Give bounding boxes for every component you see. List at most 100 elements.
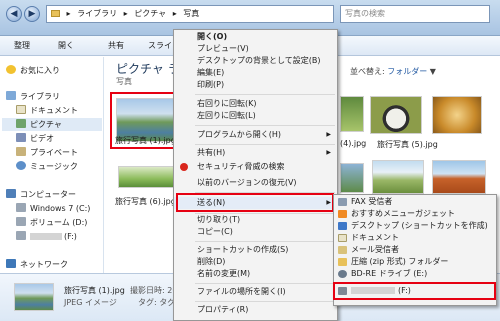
menu-item-share[interactable]: 共有(H) ▶: [174, 147, 337, 159]
gadget-icon: [338, 210, 347, 218]
computer-icon: [6, 189, 16, 198]
security-scan-icon: [180, 163, 188, 171]
library-icon: [6, 91, 16, 100]
menu-separator: [195, 283, 335, 284]
desktop-icon: [338, 222, 347, 230]
nav-drive-f[interactable]: (F:): [16, 230, 77, 243]
file-name[interactable]: 旅行写真 (5).jpg: [377, 139, 438, 150]
organize-button[interactable]: 整理: [14, 36, 30, 56]
menu-item-preview[interactable]: プレビュー(V): [174, 43, 337, 55]
star-icon: [6, 65, 16, 74]
photo-thumbnail[interactable]: [118, 166, 176, 188]
documents-icon: [338, 234, 347, 242]
highlight-box: [176, 193, 334, 212]
photo-thumbnail[interactable]: [432, 96, 482, 134]
address-bar[interactable]: ▸ ライブラリ ▸ ピクチャ ▸ 写真: [46, 5, 334, 23]
file-name[interactable]: (4).jpg: [340, 139, 366, 148]
arrange-by-value[interactable]: フォルダー: [387, 67, 427, 76]
menu-item-open-with[interactable]: プログラムから開く(H) ▶: [174, 129, 337, 141]
submenu-item-zip[interactable]: 圧縮 (zip 形式) フォルダー: [334, 256, 496, 268]
zip-folder-icon: [338, 258, 347, 266]
menu-item-delete[interactable]: 削除(D): [174, 256, 337, 268]
search-placeholder: 写真の検索: [345, 9, 385, 18]
disc-drive-icon: [338, 270, 347, 278]
arrange-by[interactable]: 並べ替え: フォルダー ▼: [350, 66, 436, 77]
photo-thumbnail[interactable]: [340, 96, 364, 132]
menu-item-open[interactable]: 開く(O): [174, 31, 337, 43]
highlight-box: [110, 92, 182, 149]
menu-item-edit[interactable]: 編集(E): [174, 67, 337, 79]
drive-icon: [16, 203, 26, 212]
menu-item-rotate-right[interactable]: 右回りに回転(K): [174, 98, 337, 110]
details-type: JPEG イメージ: [64, 298, 117, 307]
nav-pictures[interactable]: ピクチャ: [2, 118, 102, 131]
photo-thumbnail[interactable]: [370, 96, 422, 134]
submenu-item-mail[interactable]: メール受信者: [334, 244, 496, 256]
photo-thumbnail[interactable]: [372, 160, 424, 194]
menu-item-rename[interactable]: 名前の変更(M): [174, 268, 337, 280]
nav-videos[interactable]: ビデオ: [16, 132, 54, 145]
private-icon: [16, 147, 26, 156]
menu-separator: [195, 241, 335, 242]
mail-icon: [338, 246, 347, 254]
submenu-item-desktop[interactable]: デスクトップ (ショートカットを作成): [334, 220, 496, 232]
nav-libraries[interactable]: ライブラリ: [6, 90, 60, 103]
usb-drive-icon: [16, 231, 26, 240]
breadcrumb-photos[interactable]: 写真: [183, 9, 199, 18]
menu-item-create-shortcut[interactable]: ショートカットの作成(S): [174, 244, 337, 256]
music-icon: [16, 161, 26, 170]
details-thumbnail: [14, 283, 54, 311]
menu-item-set-desktop-background[interactable]: デスクトップの背景として設定(B): [174, 55, 337, 67]
forward-button[interactable]: ▶: [24, 6, 40, 22]
submenu-item-documents[interactable]: ドキュメント: [334, 232, 496, 244]
submenu-arrow-icon: ▶: [326, 131, 331, 138]
open-button[interactable]: 開く: [58, 36, 74, 56]
share-button[interactable]: 共有: [108, 36, 124, 56]
menu-item-rotate-left[interactable]: 左回りに回転(L): [174, 110, 337, 122]
submenu-arrow-icon: ▶: [326, 149, 331, 156]
redacted-label: [30, 233, 62, 240]
menu-item-open-file-location[interactable]: ファイルの場所を開く(I): [174, 286, 337, 298]
breadcrumb-libraries[interactable]: ライブラリ: [77, 9, 117, 18]
library-title: ピクチャ ラ: [116, 62, 180, 76]
chevron-down-icon: ▼: [429, 67, 436, 76]
file-name[interactable]: 旅行写真 (6).jpg: [115, 196, 176, 207]
breadcrumb-pictures[interactable]: ピクチャ: [134, 9, 166, 18]
nav-music[interactable]: ミュージック: [16, 160, 78, 173]
submenu-item-bd-drive[interactable]: BD-RE ドライブ (E:): [334, 268, 496, 280]
menu-item-print[interactable]: 印刷(P): [174, 79, 337, 91]
nav-drive-d[interactable]: ボリューム (D:): [16, 216, 87, 229]
menu-separator: [195, 125, 335, 126]
nav-favorites[interactable]: お気に入り: [6, 64, 60, 77]
nav-drive-c[interactable]: Windows 7 (C:): [16, 202, 90, 215]
menu-separator: [195, 301, 335, 302]
menu-item-copy[interactable]: コピー(C): [174, 226, 337, 238]
network-icon: [6, 259, 16, 268]
menu-separator: [195, 94, 335, 95]
library-subtitle: 写真: [116, 77, 132, 86]
submenu-item-fax[interactable]: FAX 受信者: [334, 196, 496, 208]
folder-icon: [51, 10, 60, 17]
documents-icon: [16, 105, 26, 114]
menu-item-properties[interactable]: プロパティ(R): [174, 304, 337, 316]
menu-item-cut[interactable]: 切り取り(T): [174, 214, 337, 226]
nav-network[interactable]: ネットワーク: [6, 258, 68, 271]
menu-item-restore-previous-versions[interactable]: 以前のバージョンの復元(V): [174, 177, 337, 189]
photo-thumbnail[interactable]: [432, 160, 486, 194]
breadcrumb-separator: ▸: [172, 9, 177, 18]
search-input[interactable]: 写真の検索: [340, 5, 490, 23]
breadcrumb-separator: ▸: [123, 9, 128, 18]
photo-thumbnail[interactable]: [340, 163, 364, 193]
nav-computer[interactable]: コンピューター: [6, 188, 76, 201]
menu-item-security-scan[interactable]: セキュリティ脅威の検索: [174, 161, 337, 173]
back-button[interactable]: ◀: [6, 6, 22, 22]
nav-private[interactable]: プライベート: [16, 146, 78, 159]
nav-documents[interactable]: ドキュメント: [16, 104, 78, 117]
menu-separator: [195, 144, 335, 145]
fax-icon: [338, 198, 347, 206]
highlight-box: [333, 282, 496, 300]
pictures-icon: [16, 119, 26, 128]
details-filename: 旅行写真 (1).jpg: [64, 286, 125, 295]
submenu-item-gadget[interactable]: おすすめメニューガジェット: [334, 208, 496, 220]
drive-icon: [16, 217, 26, 226]
